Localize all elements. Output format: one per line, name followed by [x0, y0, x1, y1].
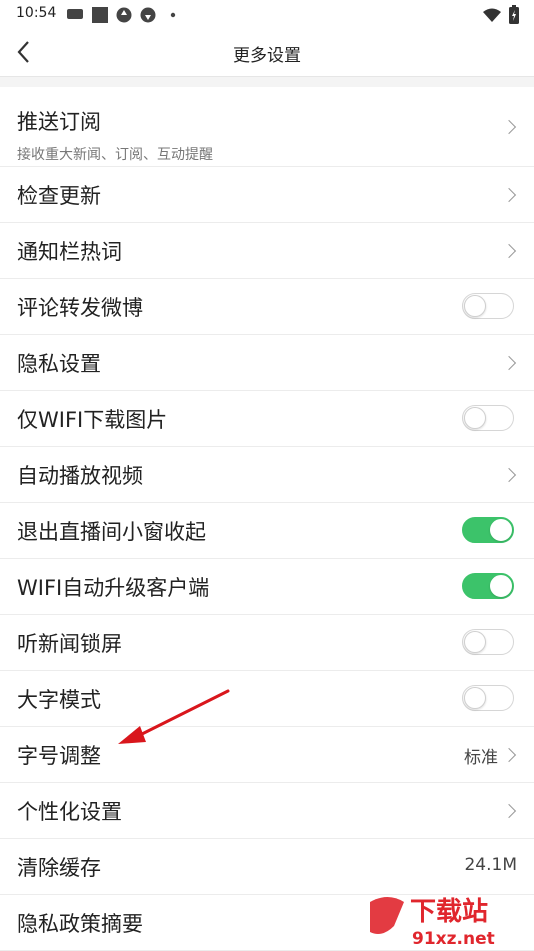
setting-label: 推送订阅 [17, 110, 101, 134]
setting-row-notification-hotwords[interactable]: 通知栏热词 [0, 223, 534, 279]
chevron-right-icon [501, 119, 517, 134]
toggle-knob [490, 519, 512, 541]
status-time: 10:54 [16, 5, 57, 21]
chevron-right-icon [501, 355, 517, 370]
toggle-wifi-auto-upgrade[interactable] [462, 573, 514, 599]
setting-label: 通知栏热词 [17, 240, 122, 264]
watermark-site: 91xz.net [412, 929, 495, 948]
top-navigation-bar: 更多设置 [0, 28, 534, 77]
toggle-knob [464, 407, 486, 429]
chevron-right-icon [501, 187, 517, 202]
setting-label: 字号调整 [17, 744, 101, 768]
setting-label: 大字模式 [17, 688, 101, 712]
setting-row-comment-repost-weibo: 评论转发微博 [0, 279, 534, 335]
battery-icon [509, 5, 519, 24]
setting-row-check-update[interactable]: 检查更新 [0, 167, 534, 223]
watermark-brand: 下载站 [410, 897, 488, 927]
toggle-comment-repost-weibo[interactable] [462, 293, 514, 319]
setting-label: 仅WIFI下载图片 [17, 408, 168, 432]
toggle-knob [464, 687, 486, 709]
setting-label: WIFI自动升级客户端 [17, 576, 210, 600]
setting-row-wifi-auto-upgrade: WIFI自动升级客户端 [0, 559, 534, 615]
app-notification-icon [67, 9, 83, 19]
setting-description: 接收重大新闻、订阅、互动提醒 [17, 147, 213, 163]
setting-row-font-size[interactable]: 字号调整 标准 [0, 727, 534, 783]
font-size-value: 标准 [464, 748, 498, 768]
setting-label: 隐私政策摘要 [17, 912, 143, 936]
setting-row-live-mini-window: 退出直播间小窗收起 [0, 503, 534, 559]
setting-row-push-subscription[interactable]: 推送订阅 接收重大新闻、订阅、互动提醒 [0, 87, 534, 167]
toggle-knob [464, 631, 486, 653]
setting-label: 检查更新 [17, 184, 101, 208]
setting-label: 退出直播间小窗收起 [17, 520, 206, 544]
setting-row-clear-cache[interactable]: 清除缓存 24.1M [0, 839, 534, 895]
setting-row-wifi-only-images: 仅WIFI下载图片 [0, 391, 534, 447]
chevron-right-icon [501, 803, 517, 818]
toggle-wifi-only-images[interactable] [462, 405, 514, 431]
setting-row-privacy-settings[interactable]: 隐私设置 [0, 335, 534, 391]
setting-label: 个性化设置 [17, 800, 122, 824]
chevron-right-icon [501, 747, 517, 762]
settings-list: 推送订阅 接收重大新闻、订阅、互动提醒 检查更新 通知栏热词 评论转发微博 隐私… [0, 87, 534, 951]
chevron-right-icon [501, 243, 517, 258]
aperture-notification-icon [116, 7, 132, 23]
aperture-notification-icon-2 [140, 7, 156, 23]
page-title: 更多设置 [233, 46, 301, 66]
section-divider [0, 77, 534, 87]
setting-label: 评论转发微博 [17, 296, 143, 320]
toggle-knob [464, 295, 486, 317]
toggle-listen-news-lockscreen[interactable] [462, 629, 514, 655]
setting-row-autoplay-video[interactable]: 自动播放视频 [0, 447, 534, 503]
site-watermark-logo: 下载站 91xz.net [370, 897, 495, 948]
status-bar: 10:54 [0, 0, 534, 28]
toggle-live-mini-window[interactable] [462, 517, 514, 543]
setting-label: 隐私设置 [17, 352, 101, 376]
setting-label: 听新闻锁屏 [17, 632, 122, 656]
image-notification-icon [92, 7, 108, 23]
setting-row-large-text-mode: 大字模式 [0, 671, 534, 727]
setting-row-personalization[interactable]: 个性化设置 [0, 783, 534, 839]
setting-label: 清除缓存 [17, 856, 101, 880]
more-notifications-dot-icon [170, 12, 176, 18]
wifi-icon [483, 8, 501, 22]
chevron-right-icon [501, 467, 517, 482]
setting-label: 自动播放视频 [17, 464, 143, 488]
toggle-large-text-mode[interactable] [462, 685, 514, 711]
toggle-knob [490, 575, 512, 597]
setting-row-listen-news-lockscreen: 听新闻锁屏 [0, 615, 534, 671]
cache-size-value: 24.1M [464, 855, 517, 875]
